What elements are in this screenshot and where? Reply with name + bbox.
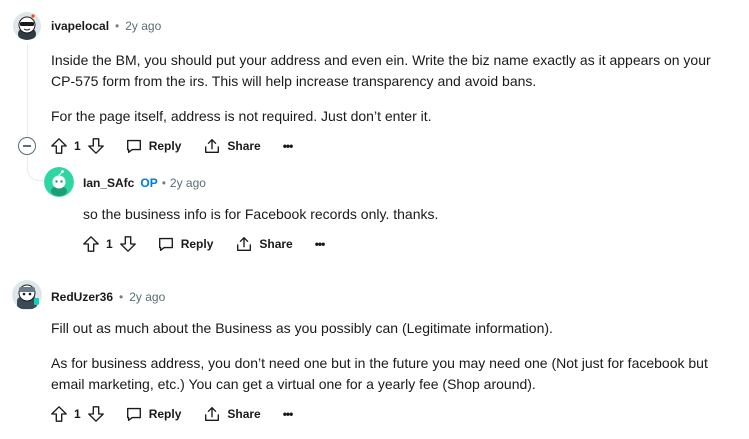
comment-actions: 1 Reply Share ••• xyxy=(50,134,294,158)
collapse-icon xyxy=(23,145,31,147)
author-name[interactable]: Ian_SAfc xyxy=(83,176,134,190)
vote-count: 1 xyxy=(74,407,81,421)
comment-paragraph: Inside the BM, you should put your addre… xyxy=(51,52,711,89)
op-badge: OP xyxy=(140,176,158,190)
downvote-icon[interactable] xyxy=(87,137,105,155)
share-label: Share xyxy=(259,237,293,251)
more-options-button[interactable]: ••• xyxy=(282,402,294,426)
comment-paragraph: As for business address, you don’t need … xyxy=(51,355,708,392)
upvote-icon[interactable] xyxy=(50,405,68,423)
reply-label: Reply xyxy=(148,407,182,421)
timestamp[interactable]: 2y ago xyxy=(125,19,161,33)
vote-count: 1 xyxy=(74,139,81,153)
comment-paragraph: Fill out as much about the Business as y… xyxy=(51,320,553,336)
more-options-button[interactable]: ••• xyxy=(314,232,326,256)
share-icon xyxy=(203,137,221,155)
reply-icon xyxy=(157,235,175,253)
comment-body: so the business info is for Facebook rec… xyxy=(83,204,733,225)
collapse-button[interactable] xyxy=(18,137,36,155)
avatar[interactable] xyxy=(13,12,41,40)
more-options-icon: ••• xyxy=(314,237,326,251)
reply-button[interactable]: Reply xyxy=(125,402,182,426)
dot-separator: • xyxy=(119,290,124,304)
comment-meta: Ian_SAfc OP • 2y ago xyxy=(83,176,206,190)
share-button[interactable]: Share xyxy=(203,402,261,426)
more-options-icon: ••• xyxy=(282,139,294,153)
reply-label: Reply xyxy=(148,139,182,153)
reply-button[interactable]: Reply xyxy=(157,232,214,256)
dot-separator: • xyxy=(161,176,166,190)
reply-button[interactable]: Reply xyxy=(125,134,182,158)
avatar[interactable] xyxy=(12,280,42,310)
upvote-icon[interactable] xyxy=(82,235,100,253)
comment-paragraph: For the page itself, address is not requ… xyxy=(51,108,432,124)
timestamp[interactable]: 2y ago xyxy=(170,176,206,190)
avatar[interactable] xyxy=(44,167,74,197)
downvote-icon[interactable] xyxy=(119,235,137,253)
timestamp[interactable]: 2y ago xyxy=(129,290,165,304)
share-icon xyxy=(235,235,253,253)
comment-body: Inside the BM, you should put your addre… xyxy=(51,50,736,127)
share-button[interactable]: Share xyxy=(235,232,293,256)
more-options-icon: ••• xyxy=(282,407,294,421)
reply-icon xyxy=(125,405,143,423)
comment-meta: RedUzer36 • 2y ago xyxy=(51,290,165,304)
author-name[interactable]: RedUzer36 xyxy=(51,290,113,304)
author-name[interactable]: ivapelocal xyxy=(51,19,109,33)
share-button[interactable]: Share xyxy=(203,134,261,158)
comment-paragraph: so the business info is for Facebook rec… xyxy=(83,206,439,222)
reply-label: Reply xyxy=(180,237,214,251)
downvote-icon[interactable] xyxy=(87,405,105,423)
dot-separator: • xyxy=(115,19,120,33)
thread-elbow xyxy=(27,155,43,181)
more-options-button[interactable]: ••• xyxy=(282,134,294,158)
comment-meta: ivapelocal • 2y ago xyxy=(51,19,161,33)
share-label: Share xyxy=(227,407,261,421)
comment-actions: 1 Reply Share ••• xyxy=(82,232,326,256)
reply-icon xyxy=(125,137,143,155)
upvote-icon[interactable] xyxy=(50,137,68,155)
vote-count: 1 xyxy=(106,237,113,251)
comment-actions: 1 Reply Share ••• xyxy=(50,402,294,426)
thread-line xyxy=(27,44,28,137)
comment-body: Fill out as much about the Business as y… xyxy=(51,318,741,395)
share-label: Share xyxy=(227,139,261,153)
share-icon xyxy=(203,405,221,423)
